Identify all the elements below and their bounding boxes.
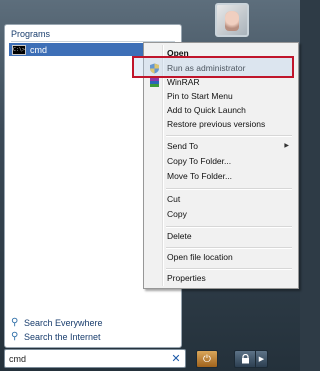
menu-item-copy-to-folder[interactable]: Copy To Folder... — [146, 155, 294, 168]
magnifier-icon: ⚲ — [11, 331, 19, 342]
menu-item-label: WinRAR — [167, 77, 200, 87]
menu-item-send-to[interactable]: Send To ▶ — [146, 140, 294, 153]
lock-icon — [241, 354, 249, 364]
menu-item-restore-previous-versions[interactable]: Restore previous versions — [146, 118, 294, 131]
menu-item-label: Open file location — [167, 252, 233, 262]
chevron-right-icon: ▶ — [258, 356, 265, 363]
clear-search-icon[interactable]: ✕ — [170, 352, 182, 365]
menu-item-label: Pin to Start Menu — [167, 91, 233, 101]
menu-item-label: Properties — [167, 273, 206, 283]
submenu-arrow-icon: ▶ — [284, 143, 289, 149]
power-icon: ⏻ — [203, 353, 211, 365]
context-menu: Open Run as administrator WinRAR Pin to … — [143, 42, 299, 289]
power-button[interactable]: ⏻ — [196, 350, 218, 368]
menu-item-label: Restore previous versions — [167, 119, 266, 129]
winrar-icon — [150, 78, 159, 87]
menu-item-copy[interactable]: Copy — [146, 208, 294, 221]
menu-separator — [166, 188, 292, 190]
menu-item-pin-to-start-menu[interactable]: Pin to Start Menu — [146, 90, 294, 103]
menu-item-label: Copy — [167, 209, 187, 219]
search-internet-link[interactable]: ⚲ Search the Internet — [11, 331, 101, 343]
menu-item-label: Add to Quick Launch — [167, 105, 246, 115]
cmd-icon: C:\> — [12, 44, 26, 55]
search-everywhere-label: Search Everywhere — [24, 318, 103, 328]
shutdown-options-button[interactable]: ▶ — [255, 350, 268, 368]
menu-item-label: Cut — [167, 194, 181, 204]
highlight-annotation — [132, 56, 294, 78]
user-picture[interactable] — [215, 3, 249, 37]
menu-item-label: Move To Folder... — [167, 171, 233, 181]
menu-item-label: Copy To Folder... — [167, 156, 232, 166]
menu-separator — [166, 226, 292, 228]
search-input[interactable] — [5, 351, 163, 366]
program-item-label: cmd — [30, 44, 48, 55]
search-internet-label: Search the Internet — [24, 332, 101, 342]
menu-separator — [166, 135, 292, 137]
menu-item-delete[interactable]: Delete — [146, 230, 294, 243]
search-everywhere-link[interactable]: ⚲ Search Everywhere — [11, 317, 103, 329]
menu-item-move-to-folder[interactable]: Move To Folder... — [146, 170, 294, 183]
programs-header: Programs — [11, 29, 51, 39]
menu-item-add-to-quick-launch[interactable]: Add to Quick Launch — [146, 104, 294, 117]
menu-item-open-file-location[interactable]: Open file location — [146, 251, 294, 264]
menu-item-cut[interactable]: Cut — [146, 193, 294, 206]
menu-separator — [166, 268, 292, 270]
search-box[interactable]: ✕ — [4, 349, 186, 368]
magnifier-icon: ⚲ — [11, 317, 19, 328]
menu-item-properties[interactable]: Properties — [146, 272, 294, 285]
lock-button[interactable] — [234, 350, 256, 368]
menu-item-label: Delete — [167, 231, 192, 241]
menu-separator — [166, 247, 292, 249]
menu-item-label: Send To — [167, 141, 199, 151]
